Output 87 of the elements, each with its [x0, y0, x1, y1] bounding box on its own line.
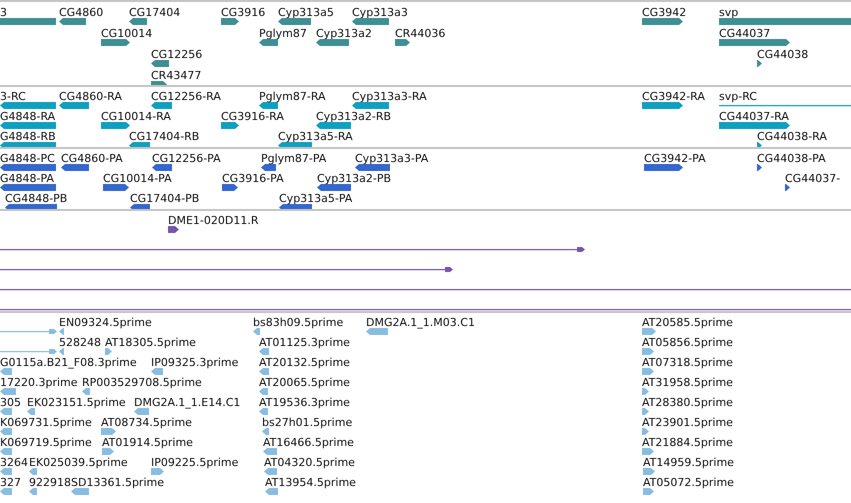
feature-label: Cyp313a5-PA [279, 193, 352, 205]
feature-label: 3264 [0, 457, 28, 469]
feature-label: Pglym87 [259, 28, 307, 40]
feature-label: CG10014 [101, 28, 152, 40]
feature-label: AT14959.5prime [643, 457, 734, 469]
feature-label: CR43477 [151, 70, 202, 82]
feature-label: CG3942-RA [642, 91, 705, 103]
feature-label: AT18305.5prime [105, 337, 196, 349]
feature-label: AT19536.3prime [259, 397, 350, 409]
feature-label: CG44038-PA [757, 153, 826, 165]
feature-label: CG4860-RA [59, 91, 122, 103]
feature-label: AT07318.5prime [642, 357, 733, 369]
feature-label: CR44036 [395, 28, 446, 40]
feature-label: 17220.3prime [0, 377, 78, 389]
feature-label: DME1-020D11.R [168, 215, 258, 227]
feature-label: CG4860-PA [61, 153, 123, 165]
feature-label: CG12256 [151, 49, 202, 61]
feature-label: AT20065.5prime [259, 377, 350, 389]
feature-label: CG17404-PB [130, 193, 200, 205]
feature-label: CG10014-RA [101, 111, 171, 123]
feature-label: CG44037 [719, 28, 770, 40]
feature-label: Pglym87-RA [259, 91, 326, 103]
feature-label: IP09225.5prime [151, 457, 238, 469]
feature-label: AT28380.5prime [642, 397, 733, 409]
feature-label: EK025039.5prime [29, 457, 128, 469]
feature-label: AT13954.5prime [265, 477, 356, 489]
feature-label: K069719.5prime [0, 437, 92, 449]
feature-label: CG44037- [785, 173, 840, 185]
feature-label: AT20132.5prime [259, 357, 350, 369]
feature-label: 3 [0, 7, 7, 19]
feature-label: Cyp313a5-RA [278, 131, 353, 143]
feature-label: CG3942 [642, 7, 686, 19]
feature-label: DMG2A.1_1.E14.C1 [134, 397, 240, 409]
feature-label: AT23901.5prime [642, 417, 733, 429]
feature-label: Cyp313a5 [278, 7, 334, 19]
feature-label: AT01125.3prime [259, 337, 350, 349]
feature-label: 3-RC [0, 91, 26, 103]
feature-label: CG10014-PA [103, 173, 172, 185]
feature-label: CG3916-RA [221, 111, 284, 123]
feature-label: 922918 [29, 477, 71, 489]
feature-label: SD13361.5prime [71, 477, 164, 489]
feature-label: CG17404 [129, 7, 180, 19]
feature-label: K069731.5prime [0, 417, 92, 429]
feature-label: Cyp313a2-RB [316, 111, 392, 123]
feature-label: AT20585.5prime [642, 317, 733, 329]
feature-label: AT01914.5prime [102, 437, 193, 449]
feature-label: G4848-PA [0, 173, 54, 185]
feature-label: CG12256-PA [152, 153, 221, 165]
feature-label: AT04320.5prime [264, 457, 355, 469]
feature-label: Cyp313a2 [316, 28, 372, 40]
feature-label: Cyp313a2-PB [317, 173, 392, 185]
feature-label: CG17404-RB [129, 131, 200, 143]
feature-label: CG4860 [59, 7, 104, 19]
feature-label: G4848-PC [0, 153, 55, 165]
feature-label: svp [719, 7, 738, 19]
feature-label: G4848-RA [0, 111, 56, 123]
feature-label: Cyp313a3 [352, 7, 408, 19]
feature-label: CG3916 [221, 7, 266, 19]
feature-label: 305 [0, 397, 21, 409]
feature-label: AT31958.5prime [642, 377, 733, 389]
feature-label: CG3942-PA [644, 153, 706, 165]
feature-label: CG44037-RA [719, 111, 789, 123]
feature-label: AT05072.5prime [643, 477, 734, 489]
feature-label: bs27h01.5prime [262, 417, 352, 429]
feature-label: 327 [0, 477, 21, 489]
feature-label: bs83h09.5prime [253, 317, 344, 329]
feature-label: IP09325.3prime [151, 357, 238, 369]
feature-label: CG12256-RA [151, 91, 221, 103]
feature-label: G0115a.B21_F08.3prime [0, 357, 137, 369]
feature-label: CG44038-RA [757, 131, 827, 143]
feature-label: Cyp313a3-PA [355, 153, 428, 165]
feature-label: EK023151.5prime [27, 397, 126, 409]
feature-label: AT05856.5prime [642, 337, 733, 349]
feature-label: AT08734.5prime [101, 417, 192, 429]
feature-label: Cyp313a3-RA [352, 91, 427, 103]
feature-label: CG3916-PA [222, 173, 284, 185]
feature-label: Pglym87-PA [261, 153, 326, 165]
feature-label: EN09324.5prime [59, 317, 152, 329]
feature-label: AT21884.5prime [642, 437, 733, 449]
feature-label: G4848-RB [0, 131, 56, 143]
feature-label: RP003529708.5prime [82, 377, 202, 389]
feature-label: DMG2A.1_1.M03.C1 [366, 317, 475, 329]
feature-label: CG4848-PB [5, 193, 68, 205]
feature-label: CG44038 [757, 49, 808, 61]
feature-label: svp-RC [719, 91, 757, 103]
feature-label: AT16466.5prime [263, 437, 354, 449]
feature-label: 528248 [59, 337, 101, 349]
